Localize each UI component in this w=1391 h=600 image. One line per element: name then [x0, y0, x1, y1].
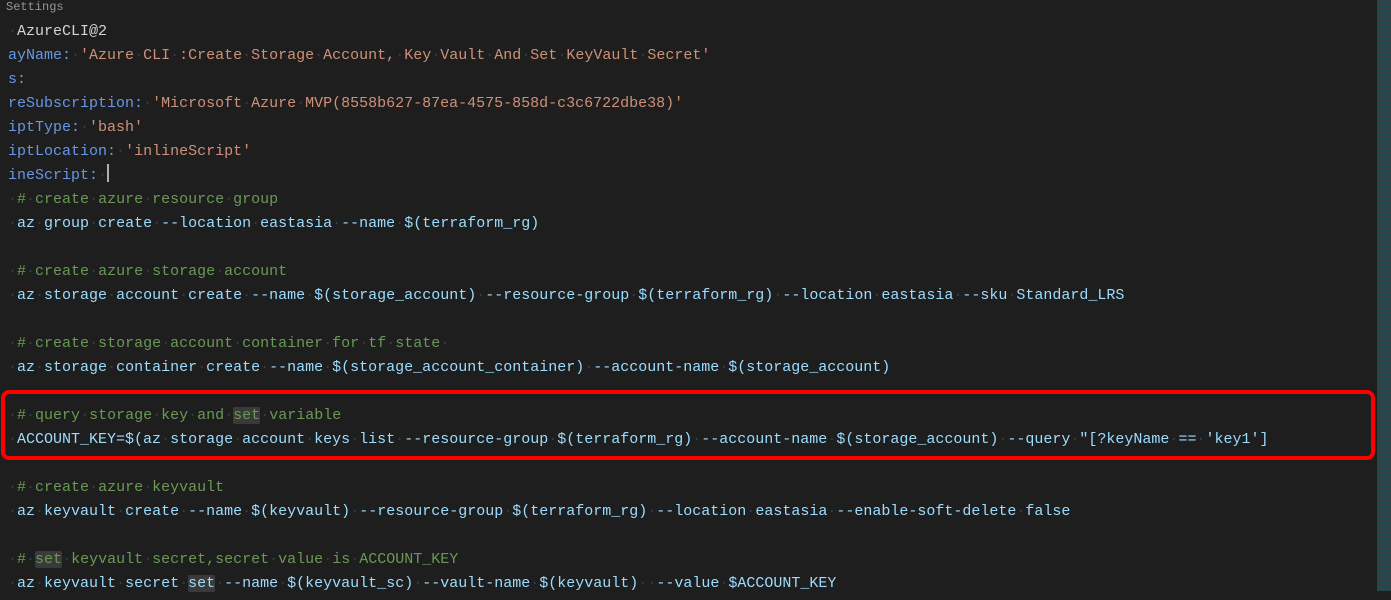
yaml-key: ineScript	[8, 167, 89, 184]
shell-command: ·az·keyvault·create·--name·$(keyvault)·-…	[8, 503, 1070, 520]
tab-settings[interactable]: Settings	[6, 0, 64, 14]
comment: ·#·create·azure·resource·group	[8, 191, 278, 208]
highlight: set	[233, 407, 260, 424]
comment: ·#·query·storage·key·and·	[8, 407, 233, 424]
shell-command: ·az·storage·container·create·--name·$(st…	[8, 359, 890, 376]
text-cursor	[107, 164, 109, 182]
code-text: ·AzureCLI@2	[8, 23, 107, 40]
yaml-key: s:	[8, 71, 26, 88]
yaml-key: ayName	[8, 47, 62, 64]
code-editor[interactable]: ·AzureCLI@2 ayName:·'Azure·CLI·:Create·S…	[0, 16, 1391, 600]
yaml-string: 'inlineScript'	[125, 143, 251, 160]
shell-command: ·ACCOUNT_KEY=$(az·storage·account·keys·l…	[8, 431, 1268, 448]
yaml-string: 'Microsoft·Azure·MVP(8558b627-87ea-4575-…	[152, 95, 683, 112]
highlight: set	[35, 551, 62, 568]
minimap[interactable]	[1377, 0, 1391, 591]
shell-command: ·az·group·create·--location·eastasia·--n…	[8, 215, 539, 232]
yaml-key: iptLocation	[8, 143, 107, 160]
highlight: set	[188, 575, 215, 592]
tab-bar: Settings	[0, 0, 1391, 16]
yaml-string: 'bash'	[89, 119, 143, 136]
yaml-key: reSubscription	[8, 95, 134, 112]
shell-command: ·az·storage·account·create·--name·$(stor…	[8, 287, 1124, 304]
comment: ·#·	[8, 551, 35, 568]
shell-command: ·az·keyvault·secret·	[8, 575, 188, 592]
yaml-key: iptType	[8, 119, 71, 136]
comment: ·#·create·azure·storage·account	[8, 263, 287, 280]
comment: ·#·create·azure·keyvault	[8, 479, 224, 496]
yaml-string: 'Azure·CLI·:Create·Storage·Account,·Key·…	[80, 47, 710, 64]
comment: ·#·create·storage·account·container·for·…	[8, 335, 449, 352]
